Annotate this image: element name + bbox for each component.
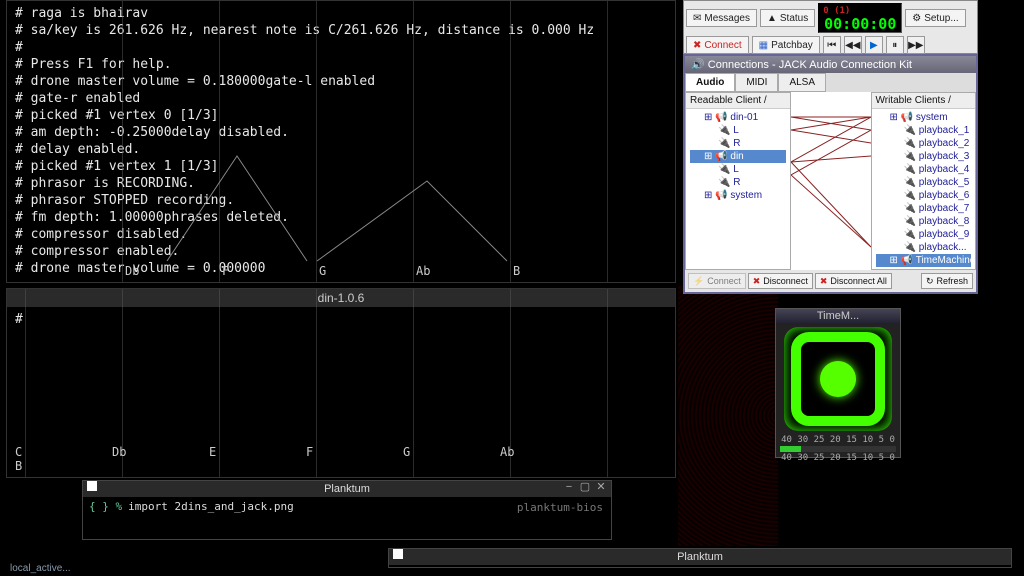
record-button[interactable] (784, 327, 892, 431)
tree-port[interactable]: 🔌 playback... (876, 241, 972, 254)
timemachine-window: TimeM... 40 30 25 20 15 10 5 0 40 30 25 … (775, 308, 901, 458)
connections-window: 🔊 Connections - JACK Audio Connection Ki… (683, 54, 978, 294)
tree-port[interactable]: 🔌 playback_1 (876, 124, 972, 137)
planktum-terminal[interactable]: Planktum − ▢ ✕ { } % import 2dins_and_ja… (82, 480, 612, 540)
tree-port[interactable]: 🔌 L (690, 163, 786, 176)
shell-prompt: { } % (89, 500, 122, 513)
tree-port[interactable]: 🔌 playback_2 (876, 137, 972, 150)
patchbay-button[interactable]: ▦Patchbay (752, 36, 820, 54)
play-button[interactable]: ▶ (865, 36, 883, 54)
maximize-icon[interactable]: ▢ (579, 481, 591, 493)
conn-refresh-button[interactable]: ↻Refresh (921, 273, 973, 289)
rewind-button[interactable]: ◀◀ (844, 36, 862, 54)
note-labels-top: DbFGAbB (15, 264, 610, 278)
level-meter (780, 446, 896, 452)
planktum-terminal-2[interactable]: Planktum (388, 548, 1012, 568)
tree-port[interactable]: 🔌 playback_6 (876, 189, 972, 202)
taskbar-item[interactable]: local_active... (10, 563, 71, 574)
tree-item[interactable]: ⊞ 📢 TimeMachine (876, 254, 972, 267)
bios-label: planktum-bios (517, 501, 603, 514)
app-icon (393, 549, 403, 559)
forward-button[interactable]: ▶▶ (907, 36, 925, 54)
messages-button[interactable]: ✉Messages (686, 9, 757, 27)
readable-clients-panel: Readable Client / ⊞ 📢 din-01🔌 L🔌 R⊞ 📢 di… (685, 92, 791, 270)
meter-scale: 40 30 25 20 15 10 5 0 (776, 435, 900, 445)
close-icon[interactable]: ✕ (595, 481, 607, 493)
shell-command[interactable]: import 2dins_and_jack.png (128, 500, 294, 513)
tree-port[interactable]: 🔌 playback_7 (876, 202, 972, 215)
tab-midi[interactable]: MIDI (735, 73, 778, 92)
connect-button[interactable]: ✖Connect (686, 36, 749, 54)
tab-audio[interactable]: Audio (685, 73, 735, 92)
tree-port[interactable]: 🔌 R (690, 137, 786, 150)
tab-alsa[interactable]: ALSA (778, 73, 826, 92)
jack-timer: 0 (1) 00:00:00 (818, 3, 902, 33)
tree-port[interactable]: 🔌 playback_5 (876, 176, 972, 189)
conn-disconnect-all-button[interactable]: ✖Disconnect All (815, 273, 892, 289)
tree-item[interactable]: ⊞ 📢 system (690, 189, 786, 202)
tree-port[interactable]: 🔌 playback_3 (876, 150, 972, 163)
tree-port[interactable]: 🔌 playback_4 (876, 163, 972, 176)
readable-header[interactable]: Readable Client / (686, 93, 790, 109)
tree-port[interactable]: 🔌 playback_8 (876, 215, 972, 228)
conn-disconnect-button[interactable]: ✖Disconnect (748, 273, 813, 289)
tree-item[interactable]: ⊞ 📢 din-01 (690, 111, 786, 124)
pause-button[interactable]: ⏸ (886, 36, 904, 54)
rewind-full-button[interactable]: ⏮ (823, 36, 841, 54)
tree-item[interactable]: ⊞ 📢 din (690, 150, 786, 163)
tree-port[interactable]: 🔌 L (690, 124, 786, 137)
conn-connect-button[interactable]: ⚡Connect (688, 273, 746, 289)
writable-clients-panel: Writable Clients / ⊞ 📢 system🔌 playback_… (871, 92, 977, 270)
planktum-title: Planktum (324, 483, 370, 495)
minimize-icon[interactable]: − (563, 481, 575, 493)
note-labels-bottom: CDbEFGAbB (15, 445, 675, 473)
writable-header[interactable]: Writable Clients / (872, 93, 976, 109)
app-icon (87, 481, 97, 491)
tree-item[interactable]: ⊞ 📢 system (876, 111, 972, 124)
setup-button[interactable]: ⚙Setup... (905, 9, 965, 27)
connections-titlebar[interactable]: 🔊 Connections - JACK Audio Connection Ki… (685, 56, 976, 73)
tree-port[interactable]: 🔌 playback_9 (876, 228, 972, 241)
tree-port[interactable]: 🔌 R (690, 176, 786, 189)
timemachine-title[interactable]: TimeM... (776, 309, 900, 323)
jack-toolbar: ✉Messages ▲Status 0 (1) 00:00:00 ⚙Setup.… (683, 0, 978, 54)
connection-wires (791, 92, 871, 270)
status-button[interactable]: ▲Status (760, 9, 815, 27)
